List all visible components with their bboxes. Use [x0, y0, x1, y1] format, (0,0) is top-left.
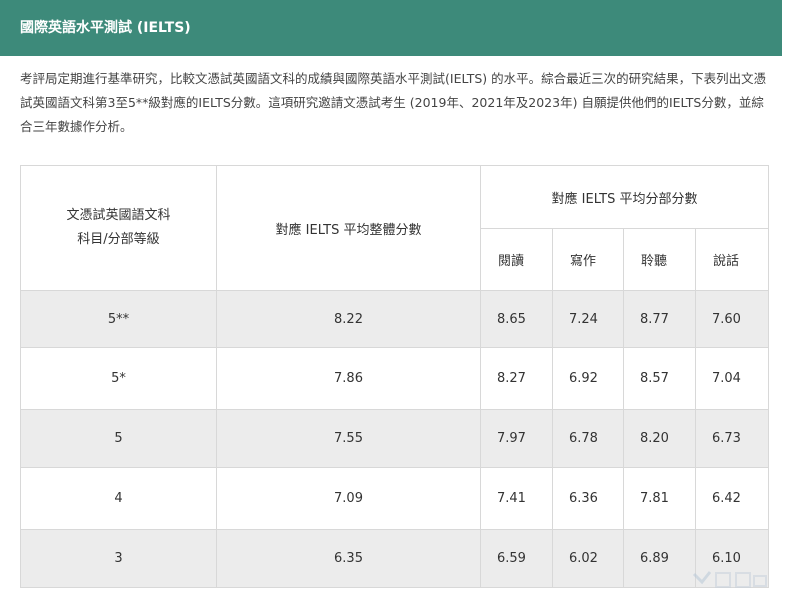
- cell-level: 5**: [20, 290, 217, 348]
- watermark-logo-icon: [692, 571, 767, 588]
- cell-listening: 7.81: [623, 467, 696, 530]
- column-header-overall: 對應 IELTS 平均整體分數: [216, 165, 481, 291]
- cell-overall: 7.86: [216, 347, 481, 410]
- column-header-writing: 寫作: [552, 228, 624, 291]
- cell-overall: 7.09: [216, 467, 481, 530]
- cell-overall: 7.55: [216, 409, 481, 468]
- cell-writing: 7.24: [552, 290, 624, 348]
- cell-writing: 6.36: [552, 467, 624, 530]
- cell-reading: 8.27: [480, 347, 553, 410]
- header-title: 國際英語水平測試 (IELTS): [20, 20, 191, 36]
- cell-writing: 6.78: [552, 409, 624, 468]
- column-header-subject-text: 文憑試英國語文科 科目/分部等級: [66, 208, 171, 247]
- cell-listening: 8.77: [623, 290, 696, 348]
- cell-level: 5*: [20, 347, 217, 410]
- cell-overall: 6.35: [216, 529, 481, 588]
- table-row: 4 7.09 7.41 6.36 7.81 6.42: [20, 467, 770, 530]
- cell-writing: 6.02: [552, 529, 624, 588]
- cell-speaking: 7.60: [694, 290, 770, 348]
- cell-listening: 6.89: [623, 529, 696, 588]
- cell-speaking: 6.42: [694, 467, 770, 530]
- cell-listening: 8.20: [623, 409, 696, 468]
- table-row: 3 6.35 6.59 6.02 6.89 6.10: [20, 529, 770, 588]
- table-row: 5** 8.22 8.65 7.24 8.77 7.60: [20, 290, 770, 348]
- column-header-listening: 聆聽: [623, 228, 696, 291]
- column-header-reading: 閱讀: [480, 228, 553, 291]
- cell-reading: 6.59: [480, 529, 553, 588]
- cell-level: 3: [20, 529, 217, 588]
- column-header-speaking: 說話: [694, 228, 770, 291]
- intro-paragraph: 考評局定期進行基準研究，比較文憑試英國語文科的成績與國際英語水平測試(IELTS…: [20, 71, 767, 134]
- page-header: 國際英語水平測試 (IELTS): [0, 0, 782, 56]
- cell-writing: 6.92: [552, 347, 624, 410]
- cell-level: 5: [20, 409, 217, 468]
- cell-speaking: 6.73: [694, 409, 770, 468]
- column-header-subscores-group: 對應 IELTS 平均分部分數: [479, 165, 770, 229]
- cell-overall: 8.22: [216, 290, 481, 348]
- cell-reading: 7.41: [480, 467, 553, 530]
- cell-reading: 8.65: [480, 290, 553, 348]
- column-header-subject: 文憑試英國語文科 科目/分部等級: [20, 165, 217, 291]
- cell-reading: 7.97: [480, 409, 553, 468]
- ielts-score-table: 文憑試英國語文科 科目/分部等級 對應 IELTS 平均整體分數 對應 IELT…: [20, 165, 770, 588]
- cell-speaking: 7.04: [694, 347, 770, 410]
- cell-listening: 8.57: [623, 347, 696, 410]
- cell-level: 4: [20, 467, 217, 530]
- table-row: 5* 7.86 8.27 6.92 8.57 7.04: [20, 347, 770, 410]
- table-row: 5 7.55 7.97 6.78 8.20 6.73: [20, 409, 770, 468]
